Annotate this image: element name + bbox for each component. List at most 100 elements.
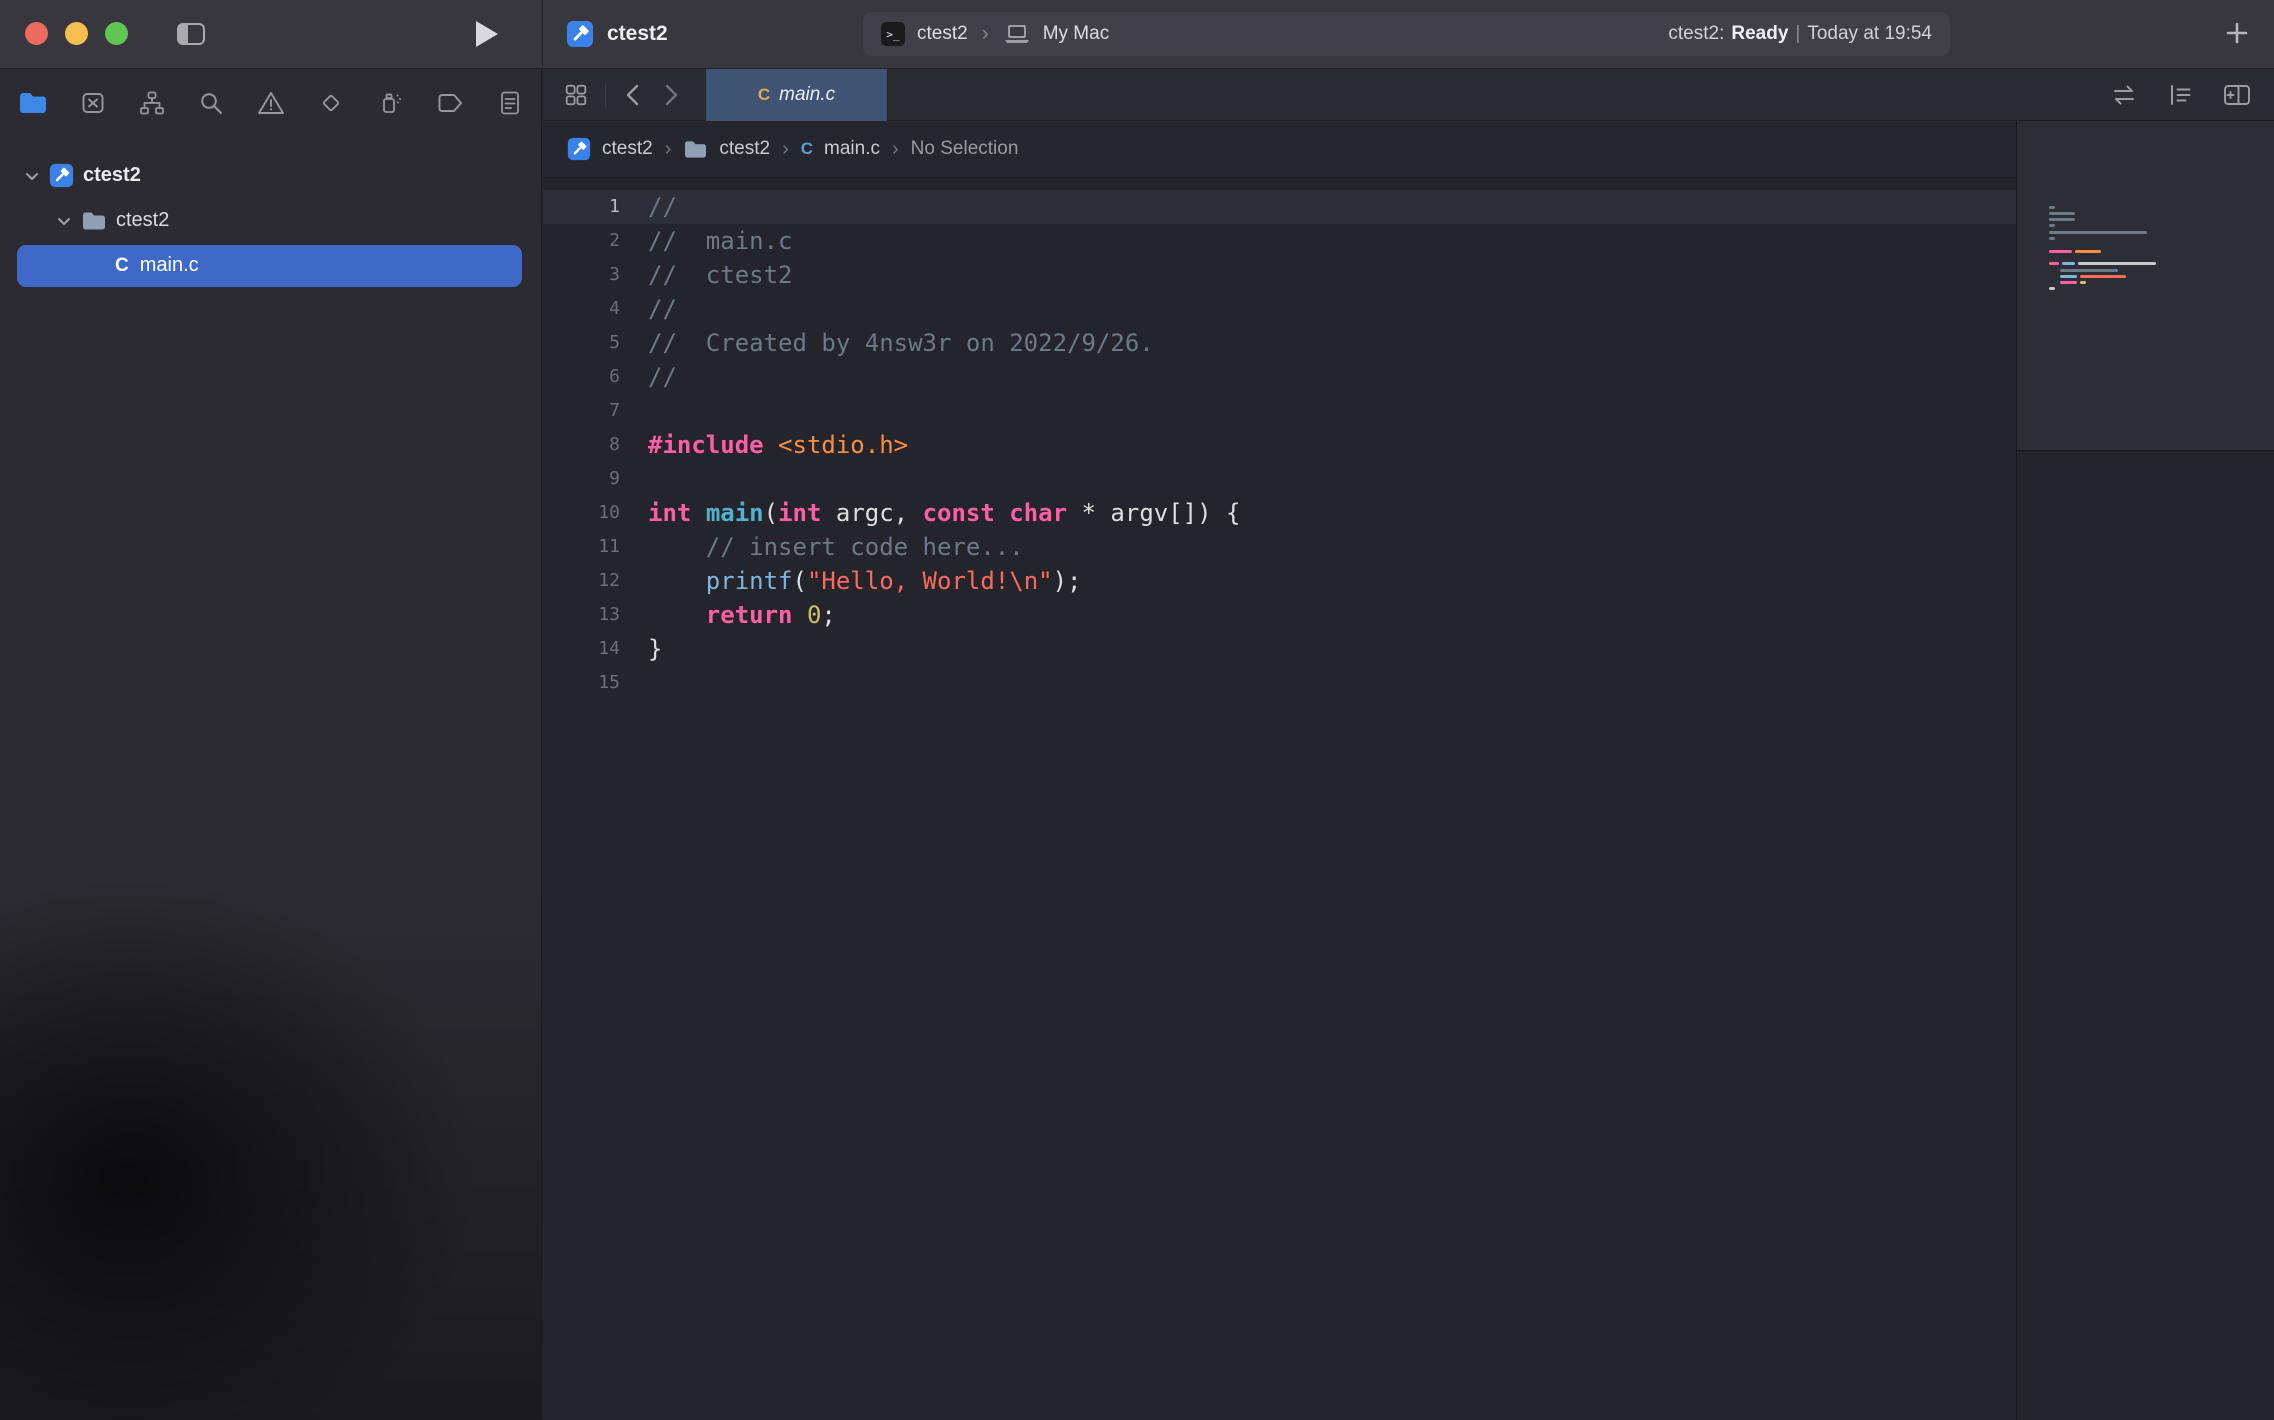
line-number: 11	[543, 530, 620, 564]
project-navigator-tree: ctest2 ctest2 C main.c	[0, 153, 542, 288]
tabbar-divider	[605, 83, 606, 107]
tab-label: main.c	[779, 84, 835, 106]
line-number: 5	[543, 326, 620, 360]
xcode-project-icon	[567, 137, 591, 161]
line-number: 7	[543, 394, 620, 428]
navigator-tab-bar	[0, 79, 542, 127]
c-file-icon: C	[758, 85, 770, 105]
line-number: 12	[543, 564, 620, 598]
code-line-8[interactable]: 8#include <stdio.h>	[543, 428, 2016, 462]
jumpbar-crumb-file[interactable]: main.c	[824, 138, 880, 160]
chevron-right-icon: ›	[781, 138, 790, 161]
add-editor-icon[interactable]	[2222, 82, 2252, 108]
line-number: 10	[543, 496, 620, 530]
terminal-scheme-icon: >_	[881, 22, 905, 46]
line-number: 8	[543, 428, 620, 462]
tree-item-project[interactable]: ctest2	[0, 153, 542, 198]
adjust-editor-options-icon[interactable]	[2166, 81, 2194, 109]
destination-selector[interactable]: My Mac	[1043, 23, 1110, 45]
folder-icon	[683, 139, 708, 160]
status-separator: |	[1795, 23, 1800, 45]
tree-item-group[interactable]: ctest2	[0, 198, 542, 243]
jumpbar-crumb-selection[interactable]: No Selection	[911, 138, 1019, 160]
project-navigator-icon[interactable]	[18, 90, 48, 116]
code-line-11[interactable]: 11 // insert code here...	[543, 530, 2016, 564]
toolbar-project-title: ctest2	[607, 22, 668, 46]
code-line-12[interactable]: 12 printf("Hello, World!\n");	[543, 564, 2016, 598]
scheme-status-widget: >_ ctest2 › My Mac ctest2: Ready | Today…	[863, 12, 1950, 56]
test-navigator-icon[interactable]	[317, 89, 345, 117]
code-line-3[interactable]: 3// ctest2	[543, 258, 2016, 292]
minimize-window-button[interactable]	[65, 22, 88, 45]
zoom-window-button[interactable]	[105, 22, 128, 45]
code-review-icon[interactable]	[2110, 81, 2138, 109]
report-navigator-icon[interactable]	[496, 89, 524, 117]
line-number: 1	[543, 190, 620, 224]
tree-item-label: ctest2	[83, 164, 141, 187]
tree-item-main-c[interactable]: C main.c	[0, 243, 542, 288]
status-state-label: Ready	[1731, 23, 1788, 45]
c-file-icon: C	[801, 139, 813, 159]
scheme-selector[interactable]: ctest2	[917, 23, 968, 45]
jump-bar: ctest2 › ctest2 › C main.c › No Selectio…	[543, 121, 2016, 178]
line-number: 3	[543, 258, 620, 292]
code-line-2[interactable]: 2// main.c	[543, 224, 2016, 258]
source-control-navigator-icon[interactable]	[79, 89, 107, 117]
tree-item-label: main.c	[140, 254, 199, 277]
line-number: 14	[543, 632, 620, 666]
close-window-button[interactable]	[25, 22, 48, 45]
activity-status[interactable]: ctest2: Ready | Today at 19:54	[1668, 23, 1932, 45]
run-button[interactable]	[474, 19, 500, 49]
line-number: 2	[543, 224, 620, 258]
jumpbar-crumb-group[interactable]: ctest2	[719, 138, 770, 160]
go-back-icon[interactable]	[622, 82, 644, 108]
issue-navigator-icon[interactable]	[256, 89, 286, 117]
code-line-6[interactable]: 6//	[543, 360, 2016, 394]
minimap-panel[interactable]	[2016, 121, 2274, 1420]
code-line-5[interactable]: 5// Created by 4nsw3r on 2022/9/26.	[543, 326, 2016, 360]
line-number: 9	[543, 462, 620, 496]
folder-icon	[81, 210, 107, 232]
chevron-right-icon: ›	[664, 138, 673, 161]
code-line-7[interactable]: 7	[543, 394, 2016, 428]
symbol-navigator-icon[interactable]	[138, 89, 166, 117]
disclosure-chevron-icon[interactable]	[56, 213, 72, 229]
c-file-icon: C	[115, 255, 129, 277]
find-navigator-icon[interactable]	[197, 89, 225, 117]
code-line-13[interactable]: 13 return 0;	[543, 598, 2016, 632]
editor-tab-bar: C main.c	[543, 69, 2274, 121]
chevron-right-icon: ›	[891, 138, 900, 161]
breakpoint-navigator-icon[interactable]	[435, 90, 465, 116]
line-number: 6	[543, 360, 620, 394]
line-number: 4	[543, 292, 620, 326]
tab-main-c[interactable]: C main.c	[705, 69, 888, 121]
jumpbar-crumb-project[interactable]: ctest2	[602, 138, 653, 160]
code-line-1[interactable]: 1//	[543, 190, 2016, 224]
tab-overview-icon[interactable]	[563, 82, 589, 108]
mac-destination-icon	[1003, 23, 1031, 45]
editor-area: C main.c ctest2 › ctest2 ›	[543, 69, 2274, 1420]
status-project-label: ctest2:	[1668, 23, 1724, 45]
toggle-sidebar-icon[interactable]	[174, 17, 208, 51]
minimap-line	[2049, 292, 2264, 298]
add-library-icon[interactable]	[2222, 18, 2252, 48]
status-time-label: Today at 19:54	[1807, 23, 1932, 45]
tree-item-label: ctest2	[116, 209, 169, 232]
navigator-sidebar: ctest2 ctest2 C main.c	[0, 69, 542, 1420]
code-lines[interactable]: 1//2// main.c3// ctest24//5// Created by…	[543, 179, 2016, 1420]
xcode-project-icon	[49, 163, 74, 188]
code-line-15[interactable]: 15	[543, 666, 2016, 700]
code-line-10[interactable]: 10int main(int argc, const char * argv[]…	[543, 496, 2016, 530]
chevron-right-icon: ›	[980, 22, 991, 46]
selected-row-highlight: C main.c	[17, 245, 522, 287]
code-line-9[interactable]: 9	[543, 462, 2016, 496]
window-toolbar: ctest2 >_ ctest2 › My Mac ctest2: Ready …	[0, 0, 2274, 69]
debug-navigator-icon[interactable]	[376, 89, 404, 117]
toolbar-divider	[542, 0, 543, 68]
xcode-project-icon	[566, 20, 594, 48]
go-forward-icon[interactable]	[660, 82, 682, 108]
code-line-4[interactable]: 4//	[543, 292, 2016, 326]
code-line-14[interactable]: 14}	[543, 632, 2016, 666]
disclosure-chevron-icon[interactable]	[24, 168, 40, 184]
line-number: 13	[543, 598, 620, 632]
